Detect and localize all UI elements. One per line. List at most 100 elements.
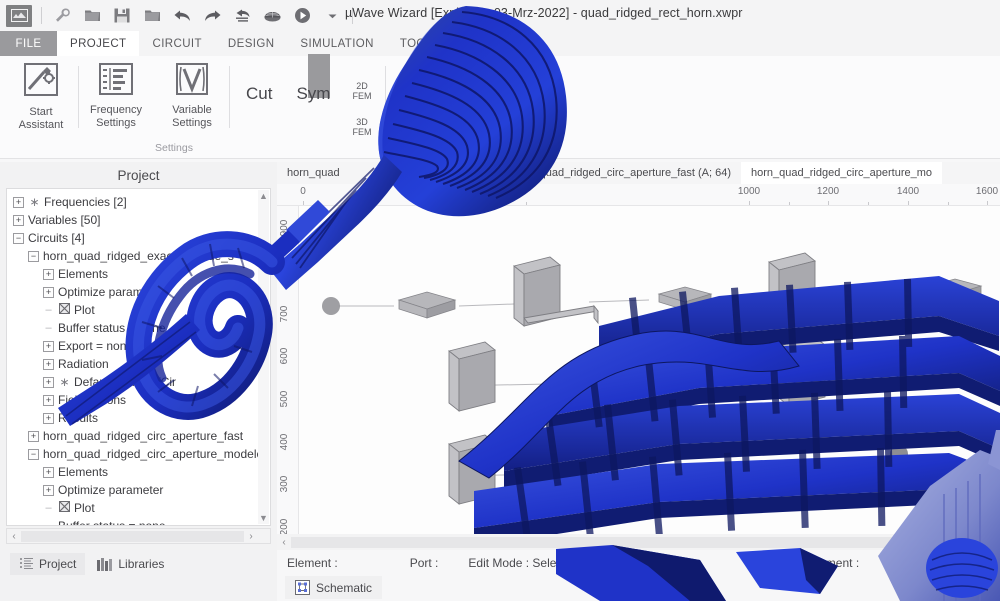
undo-arrow-icon[interactable] xyxy=(167,2,197,29)
tree-item[interactable]: + Results xyxy=(9,409,270,427)
start-assistant-label-2: Assistant xyxy=(18,119,64,131)
ruler-h-tick: 1400 xyxy=(896,186,920,197)
doc-tab-0[interactable]: horn_quad xyxy=(277,162,350,184)
doc-tab-2[interactable]: horn_quad_ridged_circ_aperture_mo xyxy=(741,162,943,184)
fem-2d-button[interactable]: 2D FEM xyxy=(352,81,371,101)
tree-item[interactable]: + Field options xyxy=(9,391,270,409)
tree-item[interactable]: + Optimize parameter xyxy=(9,283,270,301)
tree-item[interactable]: + ∗ Default options [Cir xyxy=(9,373,270,391)
ruler-h-tick: 0 xyxy=(300,186,306,197)
panel-tab-project[interactable]: Project xyxy=(10,553,86,575)
collapse-icon[interactable]: − xyxy=(28,250,39,262)
open-folder-icon[interactable] xyxy=(77,2,107,29)
ruler-v-tick: 500 xyxy=(279,390,290,408)
expand-icon[interactable]: + xyxy=(43,484,54,496)
expand-icon[interactable]: + xyxy=(43,286,54,298)
expand-icon[interactable]: + xyxy=(28,430,39,442)
new-folder-icon[interactable] xyxy=(137,2,167,29)
panel-tab-strip: Project Libraries xyxy=(0,550,277,578)
tree-item[interactable]: + ∗ Frequencies [2] xyxy=(9,193,270,211)
port-button[interactable]: Port xyxy=(400,114,422,131)
tree-item[interactable]: + Optimize parameter xyxy=(9,481,270,499)
expand-icon[interactable]: + xyxy=(43,340,54,352)
expand-icon[interactable]: + xyxy=(43,358,54,370)
ruler-h-tick: 1600 xyxy=(975,186,999,197)
redo-arrow-icon[interactable] xyxy=(197,2,227,29)
expand-icon[interactable]: + xyxy=(43,412,54,424)
doc-tab-1[interactable]: quad_ridged_circ_aperture_fast (A; 64) xyxy=(530,162,741,184)
expand-icon[interactable]: + xyxy=(43,466,54,478)
tab-circuit[interactable]: CIRCUIT xyxy=(139,31,214,56)
ribbon-save-button[interactable] xyxy=(442,87,463,112)
tree-hscroll-thumb[interactable] xyxy=(21,530,244,542)
tree-item[interactable]: – Buffer status = none xyxy=(9,517,270,526)
tree-item[interactable]: + Radiation xyxy=(9,355,270,373)
canvas-hscroll-thumb[interactable] xyxy=(291,536,986,548)
ruler-h-tick: 1000 xyxy=(737,186,761,197)
tree-vertical-scrollbar[interactable]: ▲ ▼ xyxy=(258,190,269,524)
tree-item[interactable]: − horn_quad_ridged_exact_outside_s xyxy=(9,247,270,265)
tab-simulation[interactable]: SIMULATION xyxy=(287,31,386,56)
tree-item-label: Elements xyxy=(58,267,109,281)
play-circle-icon[interactable] xyxy=(287,2,317,29)
fem-3d-button[interactable]: 3D FEM xyxy=(352,117,371,137)
refresh-list-icon[interactable] xyxy=(227,2,257,29)
save-disk-icon[interactable] xyxy=(107,2,137,29)
tree-item[interactable]: – Buffer status = none xyxy=(9,319,270,337)
tree-item[interactable]: + Variables [50] xyxy=(9,211,270,229)
mesh-dome-icon[interactable] xyxy=(257,2,287,29)
tree-item[interactable]: + horn_quad_ridged_circ_aperture_fast xyxy=(9,427,270,445)
tree-item[interactable]: – Plot xyxy=(9,301,270,319)
tab-file[interactable]: FILE xyxy=(0,31,57,56)
collapse-icon[interactable]: − xyxy=(28,448,39,460)
panel-tab-libraries[interactable]: Libraries xyxy=(87,553,173,575)
tree-hscroll-right-arrow[interactable]: › xyxy=(244,531,258,542)
port-arrow-icon xyxy=(401,125,422,130)
canvas-hscroll-left-arrow[interactable]: ‹ xyxy=(277,537,291,548)
start-assistant-button[interactable]: Start Assistant xyxy=(8,56,74,158)
status-edit-mode-label: Edit Mode : Select xyxy=(468,556,566,570)
canvas-hscroll-right-arrow[interactable]: › xyxy=(986,537,1000,548)
tree-item[interactable]: + Export = none xyxy=(9,337,270,355)
cut-button[interactable]: Cut xyxy=(234,64,284,124)
fem-button-group: 2D FEM 3D FEM xyxy=(342,60,381,158)
tree-item[interactable]: − Circuits [4] xyxy=(9,229,270,247)
tree-leaf-dash-icon: – xyxy=(45,520,52,526)
tree-item[interactable]: + Elements xyxy=(9,265,270,283)
app-logo-icon[interactable] xyxy=(6,4,32,27)
ruler-h-tick: 1200 xyxy=(816,186,840,197)
collapse-icon[interactable]: − xyxy=(13,232,24,244)
tree-scroll-up-arrow[interactable]: ▲ xyxy=(259,190,268,202)
schematic-canvas[interactable] xyxy=(299,206,1000,534)
tree-item-label: Field options xyxy=(58,393,127,407)
tab-design[interactable]: DESIGN xyxy=(215,31,288,56)
project-tree[interactable]: + ∗ Frequencies [2] + Variables [50] − Circuit… xyxy=(6,188,271,526)
chevron-down-icon[interactable] xyxy=(317,2,347,29)
status-element-label: Element : xyxy=(287,556,338,570)
status-library-element-label: Library element : xyxy=(769,556,860,570)
asterisk-icon: ∗ xyxy=(29,195,40,209)
canvas-horizontal-scrollbar[interactable]: ‹ › xyxy=(277,534,1000,550)
quick-access-toolbar xyxy=(0,2,358,29)
tree-horizontal-scrollbar[interactable]: ‹ › xyxy=(6,528,271,544)
tab-project[interactable]: PROJECT xyxy=(57,31,140,56)
wrench-icon[interactable] xyxy=(47,2,77,29)
sym-button[interactable]: Sym xyxy=(284,54,342,124)
expand-icon[interactable]: + xyxy=(43,376,54,388)
schematic-button[interactable]: Schematic xyxy=(285,576,383,599)
ruler-h-minor-mark xyxy=(868,202,869,205)
tree-item[interactable]: − horn_quad_ridged_circ_aperture_modeler xyxy=(9,445,270,463)
tab-plot[interactable]: PLOT xyxy=(454,31,512,56)
tree-item[interactable]: + Elements xyxy=(9,463,270,481)
mat-button[interactable]: Mat xyxy=(400,88,422,98)
expand-icon[interactable]: + xyxy=(13,196,24,208)
tree-item[interactable]: – Plot xyxy=(9,499,270,517)
expand-icon[interactable]: + xyxy=(43,394,54,406)
frequency-settings-button[interactable]: Frequency Settings xyxy=(83,56,149,158)
tree-hscroll-left-arrow[interactable]: ‹ xyxy=(7,531,21,542)
expand-icon[interactable]: + xyxy=(43,268,54,280)
tree-scroll-down-arrow[interactable]: ▼ xyxy=(259,512,268,524)
save-disk-icon xyxy=(442,87,463,108)
expand-icon[interactable]: + xyxy=(13,214,24,226)
tab-tools[interactable]: TOOLS xyxy=(387,31,454,56)
